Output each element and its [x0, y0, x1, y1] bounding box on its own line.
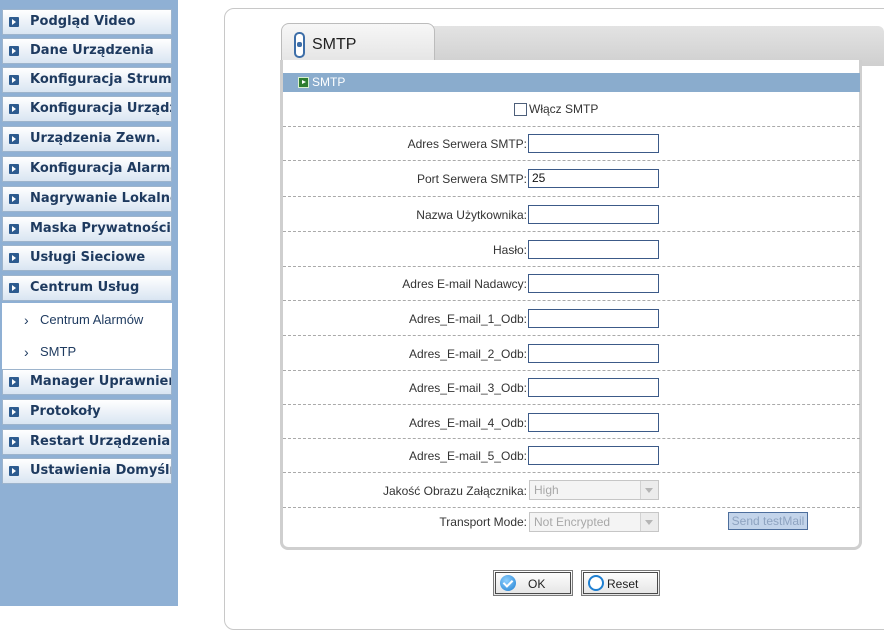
- sender-email-input[interactable]: [528, 274, 659, 293]
- menu-item-protokoly[interactable]: Protokoły: [2, 399, 172, 425]
- submenu-centrum-uslug: › Centrum Alarmów › SMTP: [2, 303, 172, 369]
- field-label-smtp-port: Port Serwera SMTP:: [416, 172, 527, 186]
- transport-mode-select[interactable]: Not Encrypted: [529, 512, 659, 532]
- menu-item-konfiguracja-alarmow[interactable]: Konfiguracja Alarmów: [2, 156, 172, 182]
- menu-arrow-icon: [9, 134, 19, 144]
- row-divider: [283, 196, 860, 197]
- menu-arrow-icon: [9, 224, 19, 234]
- menu-arrow-icon: [9, 283, 19, 293]
- enable-smtp-checkbox[interactable]: [514, 103, 527, 116]
- menu-item-ustawienia-domyslne[interactable]: Ustawienia Domyślne: [2, 458, 172, 484]
- sidebar: Podgląd Video Dane Urządzenia Konfigurac…: [0, 0, 178, 606]
- field-label-username: Nazwa Użytkownika:: [416, 208, 527, 222]
- recipient-2-input[interactable]: [528, 344, 659, 363]
- recipient-1-input[interactable]: [528, 309, 659, 328]
- field-label-recipient-1: Adres_E-mail_1_Odb:: [408, 312, 527, 326]
- menu-item-uslugi-sieciowe[interactable]: Usługi Sieciowe: [2, 245, 172, 271]
- smtp-server-input[interactable]: [528, 134, 659, 153]
- ok-button[interactable]: OK: [493, 570, 573, 596]
- recipient-4-input[interactable]: [528, 413, 659, 432]
- section-title: SMTP: [312, 75, 346, 89]
- menu-item-centrum-uslug[interactable]: Centrum Usług: [2, 275, 172, 301]
- username-input[interactable]: [528, 205, 659, 224]
- reset-circle-icon: [588, 575, 604, 591]
- row-divider: [283, 507, 860, 508]
- ok-button-label: OK: [528, 577, 546, 591]
- reset-button-label: Reset: [607, 577, 639, 591]
- field-label-recipient-5: Adres_E-mail_5_Odb:: [408, 449, 527, 463]
- menu-arrow-icon: [9, 104, 19, 114]
- row-divider: [283, 266, 860, 267]
- row-divider: [283, 472, 860, 473]
- field-label-recipient-3: Adres_E-mail_3_Odb:: [408, 381, 527, 395]
- menu-item-konfiguracja-strum[interactable]: Konfiguracja Strum.: [2, 67, 172, 93]
- menu-item-manager-uprawnien[interactable]: Manager Uprawnień: [2, 369, 172, 395]
- recipient-3-input[interactable]: [528, 378, 659, 397]
- menu-item-maska-prywatnosci[interactable]: Maska Prywatności: [2, 216, 172, 242]
- field-label-transport-mode: Transport Mode:: [439, 515, 527, 529]
- row-divider: [283, 160, 860, 161]
- menu-arrow-icon: [9, 466, 19, 476]
- reset-button[interactable]: Reset: [581, 570, 660, 596]
- row-divider: [283, 438, 860, 439]
- menu-arrow-icon: [9, 164, 19, 174]
- menu-arrow-icon: [9, 75, 19, 85]
- menu-arrow-icon: [9, 194, 19, 204]
- menu-arrow-icon: [9, 17, 19, 27]
- send-test-mail-button[interactable]: Send testMail: [728, 512, 808, 530]
- submenu-item-smtp[interactable]: › SMTP: [2, 337, 172, 367]
- row-divider: [283, 335, 860, 336]
- row-divider: [283, 404, 860, 405]
- field-label-recipient-4: Adres_E-mail_4_Odb:: [408, 416, 527, 430]
- password-input[interactable]: [528, 240, 659, 259]
- field-label-password: Hasło:: [492, 243, 527, 257]
- smtp-port-input[interactable]: 25: [528, 169, 659, 188]
- menu-item-nagrywanie-lokalne[interactable]: Nagrywanie Lokalne: [2, 186, 172, 212]
- menu-arrow-icon: [9, 253, 19, 263]
- submenu-item-centrum-alarmow[interactable]: › Centrum Alarmów: [2, 305, 172, 335]
- chevron-right-icon: ›: [24, 344, 29, 360]
- row-divider: [283, 370, 860, 371]
- chevron-right-icon: ›: [24, 312, 29, 328]
- row-divider: [283, 126, 860, 127]
- menu-item-podglad-video[interactable]: Podgląd Video: [2, 9, 172, 35]
- field-label-sender-email: Adres E-mail Nadawcy:: [402, 277, 527, 291]
- transport-mode-value: Not Encrypted: [534, 515, 611, 529]
- enable-smtp-label: Włącz SMTP: [529, 102, 599, 116]
- check-circle-icon: [500, 575, 516, 591]
- image-quality-value: High: [534, 483, 559, 497]
- chevron-down-icon: [640, 481, 658, 499]
- section-header: SMTP: [283, 73, 860, 92]
- chevron-down-icon: [640, 513, 658, 531]
- menu-item-urzadzenia-zewn[interactable]: Urządzenia Zewn.: [2, 126, 172, 152]
- menu-arrow-icon: [9, 437, 19, 447]
- tab-indicator-icon: [294, 32, 305, 58]
- menu-item-konfiguracja-urzadz[interactable]: Konfiguracja Urządz.: [2, 96, 172, 122]
- tab-title: SMTP: [312, 36, 357, 53]
- field-label-recipient-2: Adres_E-mail_2_Odb:: [408, 347, 527, 361]
- field-label-image-quality: Jakość Obrazu Załącznika:: [382, 484, 527, 498]
- field-label-smtp-server: Adres Serwera SMTP:: [407, 137, 527, 151]
- menu-arrow-icon: [9, 407, 19, 417]
- menu-arrow-icon: [9, 377, 19, 387]
- section-arrow-icon: [298, 77, 309, 88]
- row-divider: [283, 231, 860, 232]
- row-divider: [283, 300, 860, 301]
- menu-item-dane-urzadzenia[interactable]: Dane Urządzenia: [2, 38, 172, 64]
- image-quality-select[interactable]: High: [529, 480, 659, 500]
- menu-item-restart-urzadzenia[interactable]: Restart Urządzenia: [2, 429, 172, 455]
- recipient-5-input[interactable]: [528, 446, 659, 465]
- menu-arrow-icon: [9, 46, 19, 56]
